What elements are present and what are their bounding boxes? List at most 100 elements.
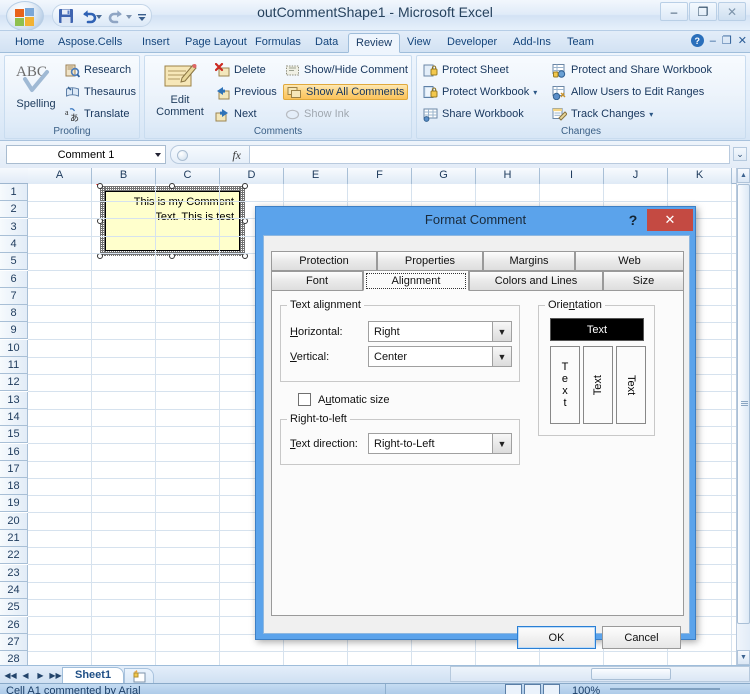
vertical-alignment-select[interactable]: Center ▼ — [368, 346, 512, 367]
row-header-19[interactable]: 19 — [0, 495, 28, 513]
tab-insert[interactable]: Insert — [135, 33, 177, 53]
cancel-button[interactable]: Cancel — [602, 626, 681, 649]
sheet-nav-next[interactable]: ▶ — [34, 668, 47, 682]
column-header-E[interactable]: E — [284, 168, 348, 184]
row-header-28[interactable]: 28 — [0, 651, 28, 665]
row-header-5[interactable]: 5 — [0, 253, 28, 271]
column-header-J[interactable]: J — [604, 168, 668, 184]
vertical-scrollbar[interactable]: ▲ ▼ — [736, 168, 750, 665]
vertical-scrollbar-thumb[interactable] — [737, 184, 750, 624]
row-header-20[interactable]: 20 — [0, 512, 28, 530]
zoom-slider[interactable] — [610, 688, 720, 690]
name-box[interactable]: Comment 1 — [6, 145, 166, 164]
show-hide-comment-button[interactable]: Show/Hide Comment — [285, 62, 408, 78]
row-header-8[interactable]: 8 — [0, 305, 28, 323]
orientation-horizontal-option[interactable]: Text — [550, 318, 644, 341]
row-header-24[interactable]: 24 — [0, 581, 28, 599]
row-header-3[interactable]: 3 — [0, 218, 28, 236]
next-comment-button[interactable]: Next — [215, 106, 257, 122]
row-header-4[interactable]: 4 — [0, 235, 28, 253]
row-header-13[interactable]: 13 — [0, 391, 28, 409]
column-header-K[interactable]: K — [668, 168, 732, 184]
help-icon[interactable]: ? — [690, 34, 704, 47]
dialog-tab-properties[interactable]: Properties — [377, 251, 483, 271]
insert-worksheet-button[interactable] — [124, 668, 154, 684]
text-direction-chevron-down-icon[interactable]: ▼ — [492, 434, 511, 453]
row-header-1[interactable]: 1 — [0, 184, 28, 201]
protect-workbook-button[interactable]: Protect Workbook ▾ — [423, 84, 537, 100]
row-header-16[interactable]: 16 — [0, 443, 28, 461]
row-header-11[interactable]: 11 — [0, 357, 28, 374]
zoom-level[interactable]: 100% — [572, 685, 600, 694]
column-header-G[interactable]: G — [412, 168, 476, 184]
dialog-close-button[interactable]: ✕ — [647, 209, 693, 231]
allow-users-to-edit-ranges-button[interactable]: Allow Users to Edit Ranges — [552, 84, 704, 100]
row-header-10[interactable]: 10 — [0, 339, 28, 357]
dialog-tab-margins[interactable]: Margins — [483, 251, 575, 271]
minimize-button[interactable]: – — [660, 2, 688, 21]
row-header-15[interactable]: 15 — [0, 426, 28, 444]
orientation-rotate-down-option[interactable]: Text — [616, 346, 646, 424]
dialog-tab-protection[interactable]: Protection — [271, 251, 377, 271]
ribbon-restore-button[interactable]: ❐ — [722, 34, 732, 47]
row-header-25[interactable]: 25 — [0, 599, 28, 617]
row-header-17[interactable]: 17 — [0, 460, 28, 478]
dialog-tab-web[interactable]: Web — [575, 251, 684, 271]
translate-button[interactable]: a あ Translate — [65, 106, 129, 123]
comment-handle-ne[interactable] — [242, 183, 248, 189]
close-button[interactable]: ✕ — [718, 2, 746, 21]
sheet-tab-sheet1[interactable]: Sheet1 — [62, 667, 125, 684]
dialog-tab-colors-and-lines[interactable]: Colors and Lines — [469, 271, 603, 291]
protect-workbook-dropdown-arrow-icon[interactable]: ▾ — [533, 88, 537, 97]
sheet-nav-last[interactable]: ▶▶ — [49, 668, 62, 682]
column-header-C[interactable]: C — [156, 168, 220, 184]
insert-function-round-icon[interactable] — [177, 150, 188, 161]
row-header-12[interactable]: 12 — [0, 374, 28, 392]
tab-data[interactable]: Data — [308, 33, 345, 53]
formula-input[interactable] — [250, 145, 730, 164]
comment-handle-se[interactable] — [242, 253, 248, 259]
dialog-tab-alignment[interactable]: Alignment — [363, 270, 469, 291]
tab-review[interactable]: Review — [348, 33, 401, 53]
track-changes-dropdown-arrow-icon[interactable]: ▾ — [649, 110, 653, 119]
scroll-down-arrow-icon[interactable]: ▼ — [737, 650, 750, 665]
row-header-23[interactable]: 23 — [0, 564, 28, 582]
tab-page-layout[interactable]: Page Layout — [178, 33, 254, 53]
row-header-6[interactable]: 6 — [0, 270, 28, 288]
page-break-view-icon[interactable] — [543, 684, 560, 694]
tab-developer[interactable]: Developer — [440, 33, 504, 53]
horizontal-alignment-chevron-down-icon[interactable]: ▼ — [492, 322, 511, 341]
thesaurus-button[interactable]: Thesaurus — [65, 84, 136, 100]
comment-handle-n[interactable] — [169, 183, 175, 189]
normal-view-icon[interactable] — [505, 684, 522, 694]
ribbon-close-button[interactable]: ✕ — [738, 34, 747, 47]
comment-handle-sw[interactable] — [97, 253, 103, 259]
row-header-21[interactable]: 21 — [0, 530, 28, 547]
column-header-B[interactable]: B — [92, 168, 156, 184]
ribbon-minimize-button[interactable]: – — [710, 35, 716, 47]
sheet-nav-first[interactable]: ◀◀ — [4, 668, 17, 682]
maximize-button[interactable]: ❐ — [689, 2, 717, 21]
column-header-I[interactable]: I — [540, 168, 604, 184]
horizontal-alignment-select[interactable]: Right ▼ — [368, 321, 512, 342]
column-header-H[interactable]: H — [476, 168, 540, 184]
share-workbook-button[interactable]: Share Workbook — [423, 106, 524, 122]
protect-sheet-button[interactable]: Protect Sheet — [423, 62, 509, 78]
column-header-A[interactable]: A — [28, 168, 92, 184]
vertical-alignment-chevron-down-icon[interactable]: ▼ — [492, 347, 511, 366]
horizontal-scrollbar-thumb[interactable] — [591, 668, 671, 680]
row-header-26[interactable]: 26 — [0, 616, 28, 634]
text-direction-select[interactable]: Right-to-Left ▼ — [368, 433, 512, 454]
row-header-18[interactable]: 18 — [0, 478, 28, 496]
row-header-27[interactable]: 27 — [0, 633, 28, 651]
tab-add-ins[interactable]: Add-Ins — [506, 33, 558, 53]
delete-comment-button[interactable]: Delete — [214, 62, 266, 78]
previous-comment-button[interactable]: Previous — [215, 84, 277, 100]
tab-home[interactable]: Home — [8, 33, 51, 53]
column-header-D[interactable]: D — [220, 168, 284, 184]
orientation-stacked-option[interactable]: Text — [550, 346, 580, 424]
scroll-up-arrow-icon[interactable]: ▲ — [737, 168, 750, 183]
protect-and-share-workbook-button[interactable]: Protect and Share Workbook — [552, 62, 712, 78]
column-header-F[interactable]: F — [348, 168, 412, 184]
comment-handle-s[interactable] — [169, 253, 175, 259]
